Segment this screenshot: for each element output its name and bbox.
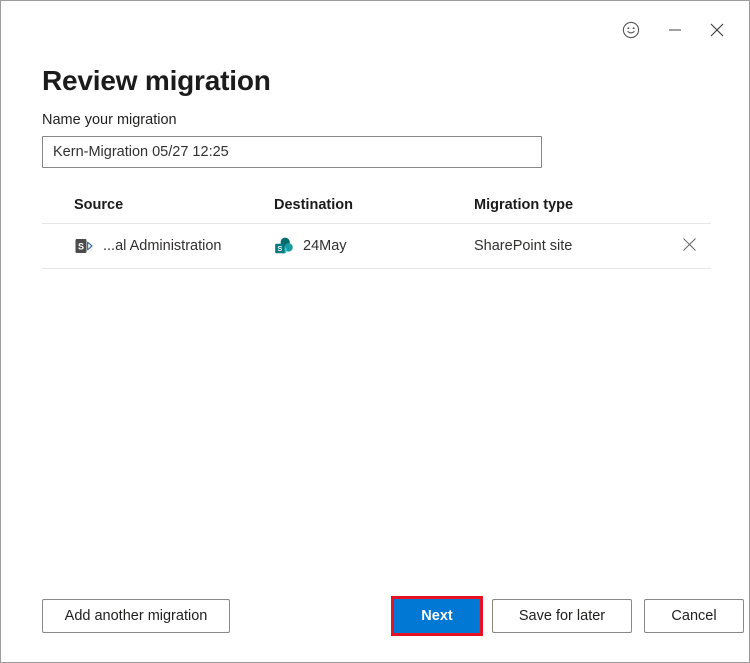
remove-migration-button[interactable]	[675, 232, 703, 260]
minimize-button[interactable]	[657, 15, 693, 45]
sharepoint-server-icon: S	[74, 236, 94, 256]
next-button[interactable]: Next	[394, 599, 480, 633]
migration-table: Source Destination Migration type S ...a…	[42, 187, 711, 269]
column-header-source: Source	[74, 197, 124, 213]
cancel-button[interactable]: Cancel	[644, 599, 744, 633]
migration-name-input[interactable]	[42, 136, 542, 168]
next-button-highlight: Next	[391, 596, 483, 636]
column-header-destination: Destination	[274, 197, 353, 213]
title-bar	[1, 1, 749, 57]
review-migration-window: Review migration Name your migration Sou…	[0, 0, 750, 663]
feedback-smiley-button[interactable]	[613, 15, 649, 45]
close-icon	[709, 22, 725, 38]
cell-source: S ...al Administration	[42, 236, 242, 256]
source-name: ...al Administration	[103, 238, 222, 254]
destination-name: 24May	[303, 238, 347, 254]
close-window-button[interactable]	[699, 15, 735, 45]
migration-name-label: Name your migration	[42, 112, 177, 128]
table-header-row: Source Destination Migration type	[42, 187, 711, 223]
save-for-later-button[interactable]: Save for later	[492, 599, 632, 633]
table-divider-bottom	[42, 268, 711, 269]
footer-button-bar: Add another migration Next Save for late…	[42, 596, 744, 636]
column-header-migration-type: Migration type	[474, 197, 574, 213]
smiley-face-icon	[622, 21, 640, 39]
page-title: Review migration	[42, 65, 271, 96]
svg-text:S: S	[277, 244, 282, 253]
close-icon	[682, 237, 697, 255]
svg-text:S: S	[78, 242, 84, 252]
cell-destination: S 24May	[242, 236, 442, 256]
add-another-migration-button[interactable]: Add another migration	[42, 599, 230, 633]
cell-migration-type: SharePoint site	[474, 238, 573, 254]
table-row: S ...al Administration S 24May SharePoin…	[42, 224, 711, 268]
minimize-icon	[668, 23, 682, 37]
sharepoint-online-icon: S	[274, 236, 294, 256]
cell-actions	[642, 232, 711, 260]
